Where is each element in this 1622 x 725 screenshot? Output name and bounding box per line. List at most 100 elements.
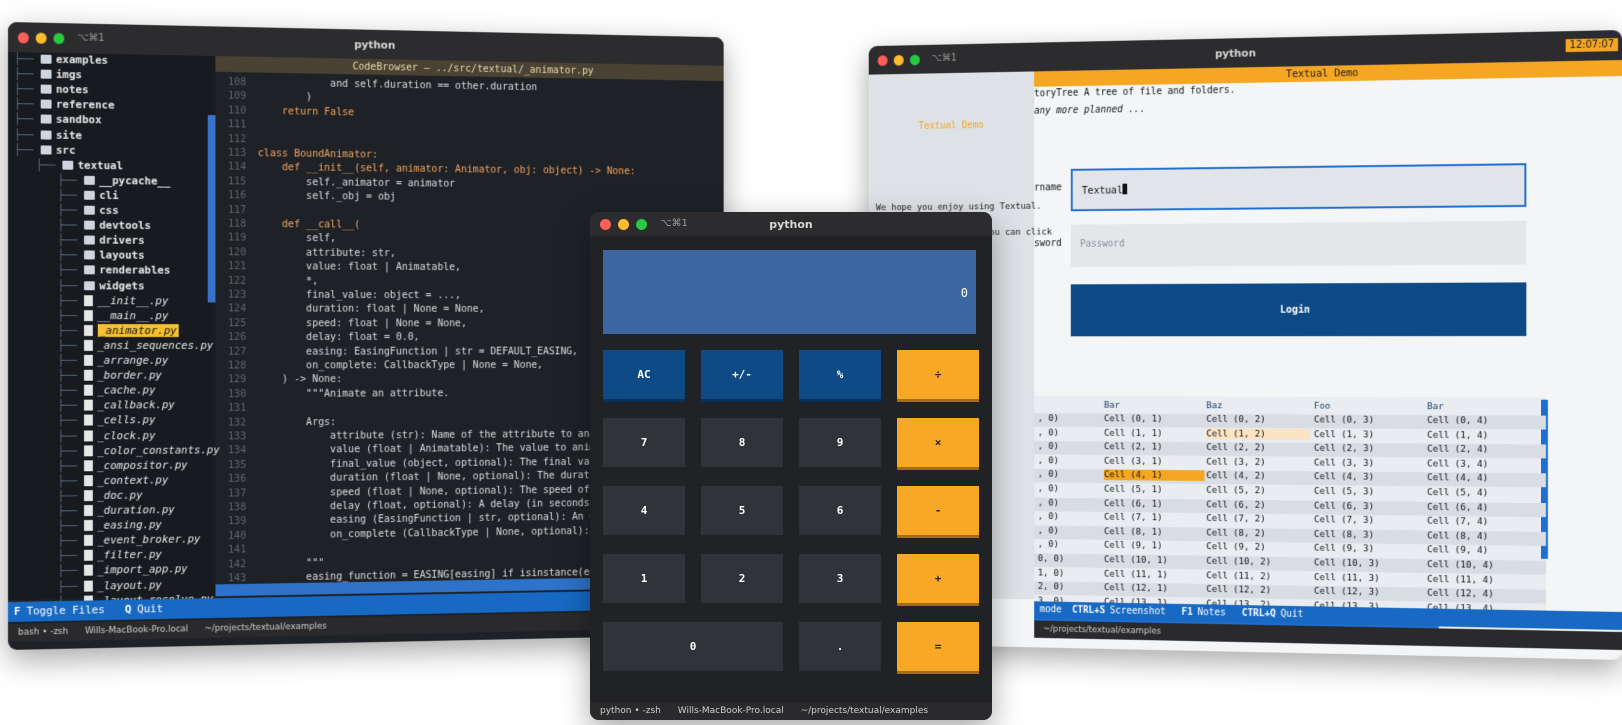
table-header[interactable]: Bar [1104,400,1120,411]
tree-folder[interactable]: ├── src [14,143,76,159]
calc-button-0[interactable]: 0 [603,622,783,674]
table-cell[interactable]: Cell (7, 4) [1427,516,1488,528]
calc-operator-button[interactable]: × [897,418,979,470]
quit-key[interactable]: CTRL+Q [1237,608,1281,620]
mode-key[interactable]: mode [1034,604,1062,615]
table-cell[interactable]: , 0) [1038,483,1059,494]
table-cell[interactable]: Cell (8, 3) [1314,529,1374,541]
tree-folder[interactable]: ├── examples [14,52,108,69]
tree-folder[interactable]: ├── drivers [57,234,144,249]
quit-button[interactable]: Quit [1281,609,1304,620]
tree-file[interactable]: ├── _callback.py [57,399,174,414]
table-cell[interactable]: Cell (2, 3) [1314,443,1374,454]
table-cell[interactable]: Cell (2, 4) [1427,444,1488,455]
table-cell[interactable]: Cell (3, 4) [1427,458,1488,469]
table-cell[interactable]: Cell (11, 2) [1206,570,1271,582]
table-cell[interactable]: Cell (0, 3) [1314,415,1374,426]
quit-key[interactable]: Q [119,603,137,616]
table-cell[interactable]: Cell (9, 4) [1427,545,1488,557]
table-cell[interactable]: Cell (11, 1) [1104,568,1168,580]
table-cell[interactable]: , 0) [1038,539,1059,550]
table-cell[interactable]: 1, 0) [1038,567,1064,578]
calc-operator-button[interactable]: . [799,622,881,674]
tree-file[interactable]: ├── _context.py [57,473,168,489]
table-cell[interactable]: Cell (2, 2) [1206,442,1265,453]
tree-file[interactable]: ├── _cache.py [57,384,155,399]
quit-button[interactable]: Quit [137,602,163,615]
table-cell[interactable]: Cell (6, 1) [1104,498,1162,509]
table-cell[interactable]: Cell (5, 4) [1427,487,1488,498]
tree-file[interactable]: ├── _import_app.py [57,563,187,580]
calc-button-2[interactable]: 2 [701,554,783,606]
table-cell[interactable]: Cell (8, 4) [1427,530,1488,542]
table-cell[interactable]: , 0) [1038,497,1059,508]
calc-operator-button[interactable]: = [897,622,979,674]
table-cell[interactable]: Cell (5, 3) [1314,486,1374,497]
tree-file[interactable]: ├── _color_constants.py [57,443,219,459]
toggle-files-button[interactable]: Toggle Files [26,603,104,617]
table-cell[interactable]: Cell (12, 3) [1314,586,1380,598]
calc-operator-button[interactable]: ÷ [897,350,979,402]
table-cell[interactable]: 0, 0) [1038,553,1064,564]
tree-folder[interactable]: ├── devtools [57,218,151,234]
password-input[interactable]: Password [1070,220,1527,268]
table-cell[interactable]: Cell (0, 4) [1427,415,1488,426]
table-cell[interactable]: Cell (9, 2) [1206,542,1265,554]
table-cell[interactable]: Cell (6, 2) [1206,499,1265,510]
calc-button-AC[interactable]: AC [603,350,685,402]
table-cell[interactable]: Cell (2, 1) [1104,442,1162,453]
tree-file[interactable]: ├── _event_broker.py [57,533,200,550]
table-cell[interactable]: Cell (11, 3) [1314,572,1380,584]
table-cell[interactable]: Cell (7, 1) [1104,512,1162,523]
tree-file[interactable]: ├── _duration.py [57,503,174,519]
calc-button-4[interactable]: 4 [603,486,685,538]
login-button[interactable]: Login [1070,282,1527,337]
table-cell[interactable]: 2, 0) [1038,581,1064,592]
table-cell[interactable]: , 0) [1038,525,1059,536]
table-cell[interactable]: Cell (1, 1) [1104,428,1162,439]
calc-operator-button[interactable]: % [799,350,881,402]
calc-operator-button[interactable]: - [897,486,979,538]
table-cell[interactable]: , 0) [1038,511,1059,522]
tree-folder[interactable]: ├── notes [14,82,89,98]
table-cell[interactable]: Cell (5, 2) [1206,485,1265,496]
table-cell[interactable]: Cell (8, 1) [1104,526,1162,537]
table-header[interactable]: Foo [1314,401,1330,412]
calc-operator-button[interactable]: + [897,554,979,606]
tree-folder[interactable]: ├── layouts [57,249,144,264]
tree-folder[interactable]: ├── sandbox [14,112,102,128]
tree-file[interactable]: ├── _cells.py [57,414,155,429]
tree-file[interactable]: ├── _layout.py [57,578,161,595]
tree-folder[interactable]: ├── css [57,203,118,218]
tree-folder[interactable]: ├── cli [57,188,118,204]
tree-file[interactable]: ├── _border.py [57,369,161,384]
calc-button-6[interactable]: 6 [799,486,881,538]
table-cell[interactable]: Cell (10, 1) [1104,554,1168,566]
tree-file[interactable]: ├── _doc.py [57,488,142,504]
table-cell[interactable]: Cell (0, 2) [1206,414,1265,425]
table-cell[interactable]: Cell (7, 2) [1206,513,1265,524]
table-cell[interactable]: Cell (10, 3) [1314,557,1380,569]
file-tree[interactable]: ├── examples ├── imgs ├── notes ├── referen… [8,52,220,608]
tree-folder[interactable]: ├── __pycache__ [57,173,170,189]
table-cell[interactable]: , 0) [1038,441,1059,452]
table-cell[interactable]: Cell (4, 2) [1206,471,1265,482]
table-header[interactable]: Bar [1427,401,1444,412]
tree-file[interactable]: ├── _compositor.py [57,458,187,474]
table-cell[interactable]: Cell (5, 1) [1104,484,1162,495]
table-cell[interactable]: , 0) [1038,413,1059,424]
tree-file[interactable]: ├── __main__.py [57,309,168,324]
username-input[interactable]: Textual [1070,163,1527,212]
tree-folder[interactable]: ├── site [14,128,82,144]
table-cell[interactable]: Cell (11, 4) [1427,574,1494,586]
tree-folder[interactable]: ├── renderables [57,264,170,279]
table-cell[interactable]: Cell (0, 1) [1104,413,1162,424]
table-cell[interactable]: Cell (4, 1) [1104,469,1205,482]
calc-button-1[interactable]: 1 [603,554,685,606]
tree-folder[interactable]: ├── textual [36,158,123,174]
table-cell[interactable]: Cell (12, 1) [1104,582,1168,594]
tree-folder[interactable]: ├── widgets [57,279,144,294]
table-cell[interactable]: , 0) [1038,469,1059,480]
table-cell[interactable]: Cell (9, 1) [1104,540,1162,551]
table-cell[interactable]: Cell (3, 1) [1104,456,1162,467]
